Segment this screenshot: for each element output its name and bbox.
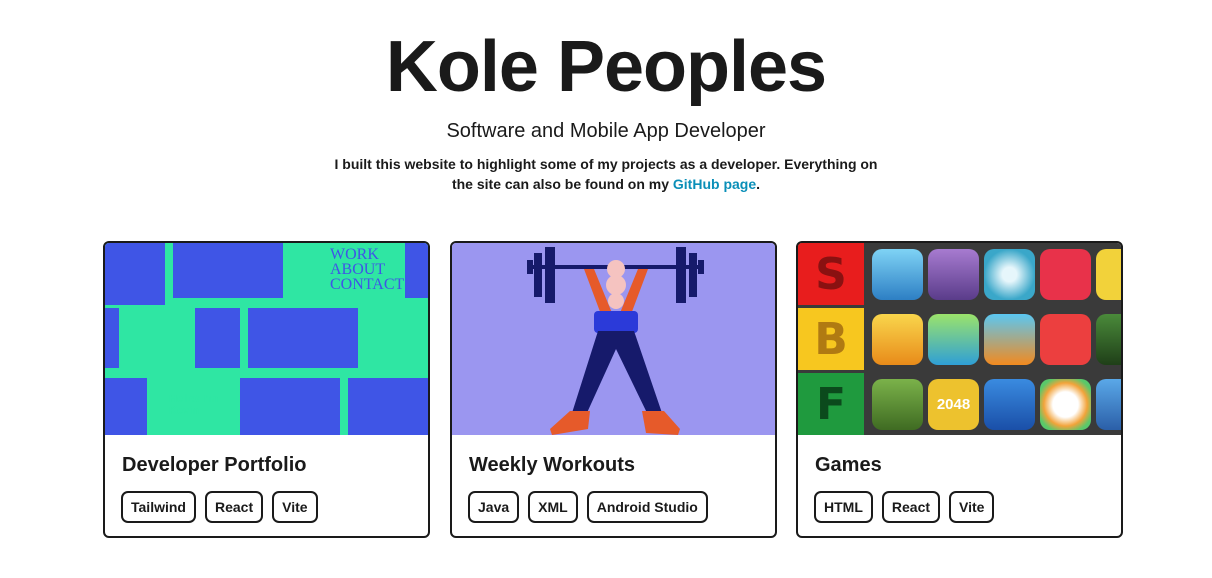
- tag: HTML: [814, 491, 873, 523]
- game-icon: [1040, 314, 1091, 365]
- workout-thumbnail: [452, 243, 775, 435]
- header: Kole Peoples Software and Mobile App Dev…: [0, 0, 1212, 194]
- project-card-weekly-workouts[interactable]: Weekly Workouts Java XML Android Studio: [450, 241, 777, 538]
- weightlifter-illustration: [527, 247, 704, 435]
- letter-tile-s: S: [798, 243, 864, 305]
- letter-tile-b: B: [798, 308, 864, 370]
- portfolio-thumb-kevin: Kevin: [169, 405, 199, 417]
- games-thumbnail: S B F 2048: [798, 243, 1121, 435]
- card-title: Weekly Workouts: [469, 454, 635, 476]
- tag: React: [881, 491, 941, 523]
- game-icon: [984, 249, 1035, 300]
- portfolio-thumb-nav: WORK ABOUT CONTACT: [330, 246, 405, 293]
- tag-list: HTML React Vite: [814, 491, 1121, 523]
- game-icon: [928, 314, 979, 365]
- tag: XML: [528, 491, 578, 523]
- intro-text-end: .: [756, 176, 761, 192]
- project-card-developer-portfolio[interactable]: WORK ABOUT CONTACT Hello! I'm Kevin Deve…: [103, 241, 430, 538]
- game-icon: [1040, 379, 1091, 430]
- game-icon: [1096, 249, 1121, 300]
- project-cards: WORK ABOUT CONTACT Hello! I'm Kevin Deve…: [103, 241, 1127, 541]
- card-title: Games: [815, 454, 882, 476]
- tag: Tailwind: [121, 491, 196, 523]
- project-card-games[interactable]: S B F 2048 Games HTML React Vite: [796, 241, 1123, 538]
- intro-text-start: I built this website to highlight some o…: [334, 156, 878, 192]
- tag: Vite: [272, 491, 318, 523]
- github-link[interactable]: GitHub page: [673, 176, 756, 192]
- page-title: Kole Peoples: [385, 27, 827, 107]
- game-icon: [928, 249, 979, 300]
- letter-tile-f: F: [798, 373, 864, 435]
- game-icon: [872, 379, 923, 430]
- game-icon: [984, 379, 1035, 430]
- tag: Vite: [949, 491, 995, 523]
- portfolio-thumb-work: WORK: [330, 246, 379, 263]
- tag: Java: [468, 491, 520, 523]
- game-icon: [872, 314, 923, 365]
- tag: React: [204, 491, 264, 523]
- portfolio-thumb-greeting: Hello! I'm Kevin: [169, 393, 218, 417]
- portfolio-thumbnail: WORK ABOUT CONTACT Hello! I'm Kevin: [105, 243, 428, 435]
- portfolio-thumb-about: ABOUT: [330, 261, 386, 278]
- portfolio-thumb-hello: Hello! I'm: [169, 393, 219, 405]
- tag: Android Studio: [586, 491, 708, 523]
- intro-text: I built this website to highlight some o…: [326, 154, 886, 194]
- tag-list: Tailwind React Vite: [121, 491, 428, 523]
- game-icon-2048: 2048: [928, 379, 979, 430]
- card-title: Developer Portfolio: [122, 454, 307, 476]
- page-subtitle: Software and Mobile App Developer: [446, 120, 766, 142]
- game-icon: [1040, 249, 1091, 300]
- game-icon: [984, 314, 1035, 365]
- portfolio-thumb-contact: CONTACT: [330, 276, 405, 293]
- game-icon: [1096, 314, 1121, 365]
- game-icon: [1096, 379, 1121, 430]
- tag-list: Java XML Android Studio: [468, 491, 775, 523]
- game-icon: [872, 249, 923, 300]
